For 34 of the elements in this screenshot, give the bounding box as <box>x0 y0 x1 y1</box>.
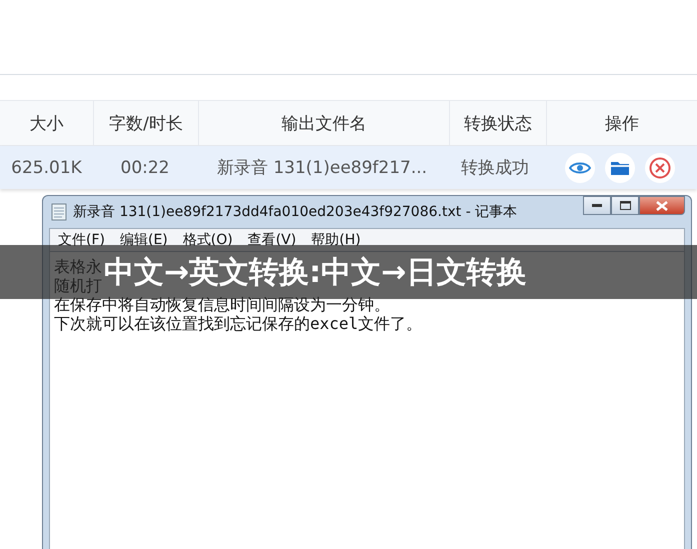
menu-item[interactable]: 编辑(E) <box>120 231 168 249</box>
folder-icon <box>610 160 630 176</box>
menu-item[interactable]: 格式(O) <box>182 231 233 249</box>
window-title: 新录音 131(1)ee89f2173dd4fa010ed203e43f927086.txt - 记事本 <box>73 203 518 221</box>
column-header: 大小 <box>0 101 94 145</box>
table-cell-text: 转换成功 <box>460 157 530 180</box>
column-header: 输出文件名 <box>199 101 450 145</box>
table-cell-text: 625.01K <box>10 156 83 180</box>
notepad-icon <box>51 203 67 221</box>
text-line: 下次就可以在该位置找到忘记保存的excel文件了。 <box>54 314 422 333</box>
minimize-icon <box>592 204 602 208</box>
column-header: 转换状态 <box>450 101 547 145</box>
close-button[interactable] <box>639 196 685 215</box>
text-line: 在保存中将自动恢复信息时间间隔设为一分钟。 <box>54 295 390 314</box>
minimize-button[interactable] <box>583 196 611 215</box>
delete-button[interactable] <box>645 152 675 182</box>
menu-item[interactable]: 文件(F) <box>58 231 105 249</box>
table-cell-text: 新录音 131(1)ee89f217... <box>216 157 428 180</box>
table-cell-text: 00:22 <box>120 156 170 180</box>
column-header: 操作 <box>604 112 640 136</box>
eye-icon <box>569 160 591 174</box>
maximize-icon <box>620 201 630 210</box>
maximize-button[interactable] <box>611 196 639 215</box>
preview-button[interactable] <box>565 152 595 182</box>
menu-item[interactable]: 帮助(H) <box>311 231 361 249</box>
close-icon <box>656 200 668 210</box>
column-header: 字数/时长 <box>94 101 199 145</box>
text-line: 随机打 <box>54 276 102 295</box>
table-row[interactable]: 625.01K 00:22 新录音 131(1)ee89f217... 转换成功 <box>0 146 697 189</box>
close-circle-icon <box>649 156 671 178</box>
text-line: 表格永 <box>54 257 102 276</box>
menu-item[interactable]: 查看(V) <box>248 231 296 249</box>
open-folder-button[interactable] <box>605 152 635 182</box>
caption-text: 中文→英文转换:中文→日文转换 <box>104 254 526 292</box>
